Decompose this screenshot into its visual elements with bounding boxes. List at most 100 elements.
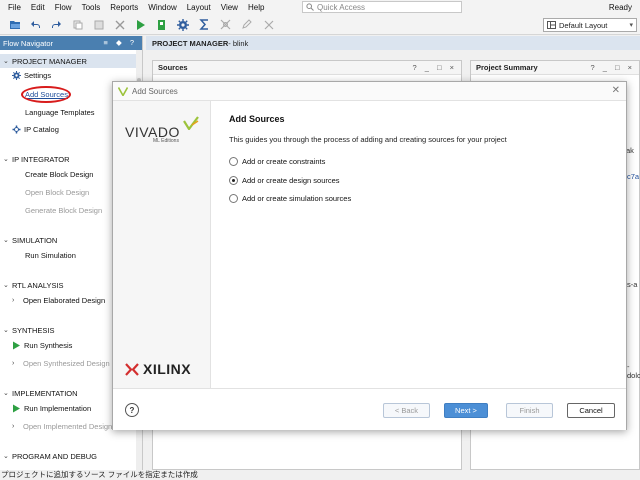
menu-flow[interactable]: Flow xyxy=(50,3,77,12)
copy-icon[interactable] xyxy=(71,18,84,31)
chevron-down-icon: ⌄ xyxy=(3,390,9,397)
nav-item-language-templates[interactable]: Language Templates xyxy=(25,108,95,117)
open-project-icon[interactable] xyxy=(8,18,21,31)
dialog-footer: ? < Back Next > Finish Cancel xyxy=(113,388,626,430)
next-button[interactable]: Next > xyxy=(444,403,488,418)
nav-item-label: Open Implemented Design xyxy=(23,422,113,431)
radio-simulation-sources[interactable] xyxy=(229,194,238,203)
chevron-right-icon: › xyxy=(12,423,15,430)
nav-item-label: Open Elaborated Design xyxy=(23,296,106,305)
layout-dropdown[interactable]: Default Layout ▾ xyxy=(543,18,637,32)
nav-item-settings[interactable]: Settings xyxy=(12,71,51,80)
nav-item-create-block-design[interactable]: Create Block Design xyxy=(25,170,93,179)
vivado-edition-label: ML Editions xyxy=(153,138,179,144)
project-summary-controls[interactable]: ? _ □ × xyxy=(590,63,635,72)
back-button[interactable]: < Back xyxy=(383,403,430,418)
chevron-right-icon: › xyxy=(12,297,15,304)
nav-item-generate-block-design[interactable]: Generate Block Design xyxy=(25,206,102,215)
summary-peek-link[interactable]: c7a xyxy=(627,172,639,181)
quick-access-input[interactable]: Quick Access xyxy=(302,1,462,13)
option-design-sources[interactable]: Add or create design sources xyxy=(229,176,340,185)
chevron-down-icon: ⌄ xyxy=(3,453,9,460)
nav-item-open-block-design[interactable]: Open Block Design xyxy=(25,188,89,197)
menu-view[interactable]: View xyxy=(216,3,243,12)
chevron-down-icon: ⌄ xyxy=(3,327,9,334)
play-icon xyxy=(13,341,20,350)
option-simulation-sources[interactable]: Add or create simulation sources xyxy=(229,194,351,203)
nav-item-run-implementation[interactable]: Run Implementation xyxy=(12,404,91,413)
vivado-logo-icon xyxy=(183,116,199,130)
status-bar: プロジェクトに追加するソース ファイルを指定または作成 xyxy=(0,470,640,480)
dialog-description: This guides you through the process of a… xyxy=(229,135,507,144)
undo-icon[interactable] xyxy=(29,18,42,31)
nav-item-open-elaborated-design[interactable]: › Open Elaborated Design xyxy=(12,296,105,305)
dialog-heading: Add Sources xyxy=(229,114,285,124)
summary-peek-text: ak xyxy=(626,146,634,155)
sigma-icon[interactable] xyxy=(198,18,211,31)
program-icon[interactable] xyxy=(155,18,168,31)
redo-icon[interactable] xyxy=(50,18,63,31)
nav-item-open-implemented-design[interactable]: › Open Implemented Design xyxy=(12,422,112,431)
vivado-app-icon xyxy=(118,86,128,96)
nav-item-ip-catalog[interactable]: IP Catalog xyxy=(12,125,59,134)
summary-peek-text: -dolc xyxy=(627,362,640,380)
option-label: Add or create constraints xyxy=(242,157,326,166)
section-program-and-debug[interactable]: ⌄ PROGRAM AND DEBUG xyxy=(0,449,137,463)
xilinx-logo-icon xyxy=(125,362,139,376)
chevron-right-icon: › xyxy=(12,360,15,367)
settings-gear-icon[interactable] xyxy=(176,18,189,31)
menu-edit[interactable]: Edit xyxy=(26,3,50,12)
section-project-manager[interactable]: ⌄ PROJECT MANAGER xyxy=(0,54,137,68)
close-icon[interactable]: ✕ xyxy=(612,86,620,96)
dialog-branding-panel: VIVADO ML Editions XILINX xyxy=(113,101,211,388)
quick-access-placeholder: Quick Access xyxy=(317,2,366,12)
nav-item-run-simulation[interactable]: Run Simulation xyxy=(25,251,76,260)
nav-item-label: Settings xyxy=(24,71,52,80)
status-ready: Ready xyxy=(608,3,632,12)
cross-probe-icon[interactable] xyxy=(219,18,232,31)
nav-item-label: Open Synthesized Design xyxy=(23,359,110,368)
option-constraints[interactable]: Add or create constraints xyxy=(229,157,325,166)
play-icon xyxy=(13,404,20,413)
section-label: RTL ANALYSIS xyxy=(12,280,64,290)
sources-panel-controls[interactable]: ? _ □ × xyxy=(412,63,457,72)
paste-icon[interactable] xyxy=(92,18,105,31)
chevron-down-icon: ⌄ xyxy=(3,156,9,163)
radio-constraints[interactable] xyxy=(229,157,238,166)
layout-dropdown-value: Default Layout xyxy=(559,20,608,30)
nav-item-open-synthesized-design[interactable]: › Open Synthesized Design xyxy=(12,359,110,368)
cancel-button[interactable]: Cancel xyxy=(567,403,615,418)
flow-navigator-title: Flow Navigator xyxy=(3,38,54,48)
chevron-down-icon: ⌄ xyxy=(3,282,9,289)
nav-item-label: Run Synthesis xyxy=(24,341,73,350)
option-label: Add or create design sources xyxy=(242,176,340,185)
summary-peek-text: s-a xyxy=(627,280,638,289)
menu-tools[interactable]: Tools xyxy=(77,3,106,12)
ip-catalog-icon xyxy=(12,125,21,134)
menu-help[interactable]: Help xyxy=(243,3,269,12)
project-manager-header: PROJECT MANAGER - blink xyxy=(146,36,640,50)
nav-item-label: Run Implementation xyxy=(24,404,92,413)
menu-window[interactable]: Window xyxy=(143,3,181,12)
help-button[interactable]: ? xyxy=(125,403,139,417)
finish-button[interactable]: Finish xyxy=(506,403,553,418)
gear-icon xyxy=(12,71,21,80)
section-label: IMPLEMENTATION xyxy=(12,388,78,398)
nav-item-run-synthesis[interactable]: Run Synthesis xyxy=(12,341,72,350)
edit-pencil-icon[interactable] xyxy=(240,18,253,31)
run-icon[interactable] xyxy=(134,18,147,31)
menu-layout[interactable]: Layout xyxy=(182,3,216,12)
project-name: - blink xyxy=(228,38,249,48)
flow-navigator-controls[interactable]: ≡ ◆ ? xyxy=(104,38,137,47)
delete-icon[interactable] xyxy=(113,18,126,31)
option-label: Add or create simulation sources xyxy=(242,194,352,203)
radio-design-sources[interactable] xyxy=(229,176,238,185)
menu-file[interactable]: File xyxy=(0,3,26,12)
nav-item-label: Run Simulation xyxy=(25,251,76,260)
menu-reports[interactable]: Reports xyxy=(105,3,143,12)
nav-item-label: IP Catalog xyxy=(24,125,59,134)
project-manager-title: PROJECT MANAGER xyxy=(152,38,229,48)
xilinx-logo-text: XILINX xyxy=(143,361,192,377)
close-x-icon[interactable] xyxy=(262,18,275,31)
highlight-annotation-circle xyxy=(21,86,71,103)
